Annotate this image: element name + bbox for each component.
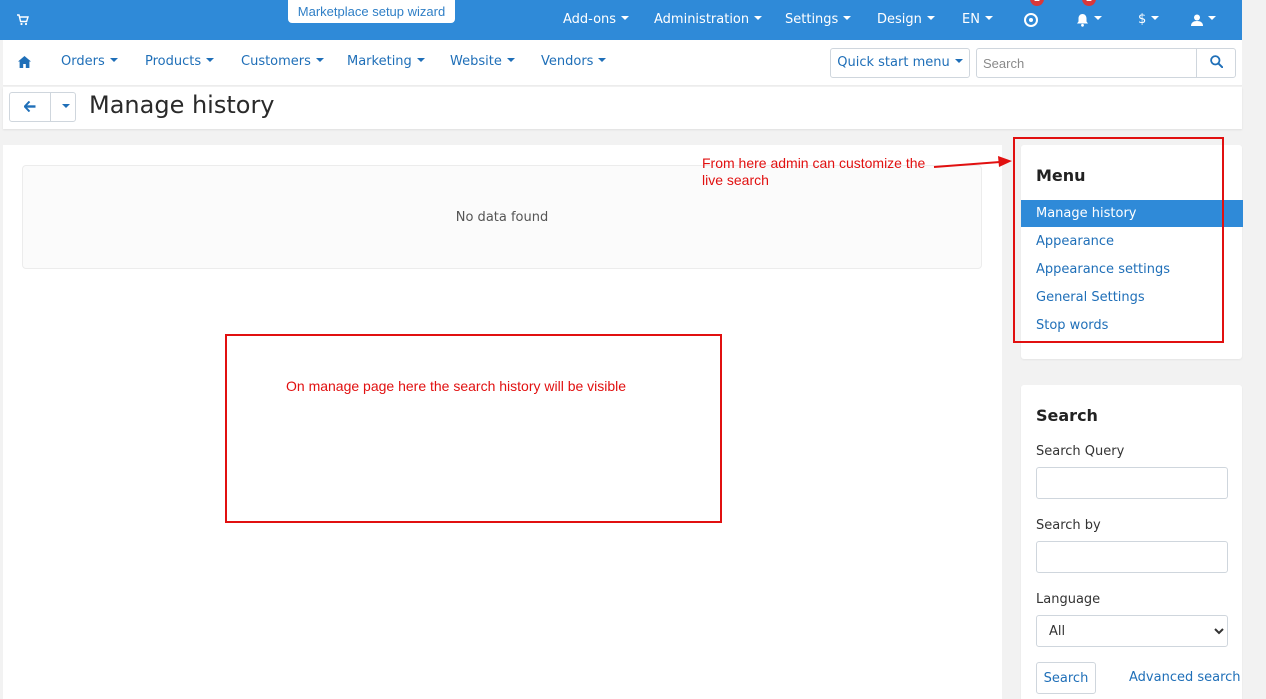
no-data-text: No data found bbox=[455, 210, 549, 225]
caret-down-icon bbox=[984, 15, 993, 20]
notification-badge: 2 bbox=[1082, 0, 1096, 6]
quick-start-menu-button[interactable]: Quick start menu bbox=[830, 48, 970, 78]
caret-down-icon bbox=[926, 15, 935, 20]
search-submit-button[interactable]: Search bbox=[1036, 662, 1096, 694]
advanced-search-link[interactable]: Advanced search bbox=[1129, 670, 1241, 685]
title-bar: Manage history bbox=[3, 87, 1242, 129]
user-icon bbox=[1191, 14, 1203, 26]
menu-currency[interactable]: $ bbox=[1138, 0, 1160, 40]
user-menu[interactable] bbox=[1191, 0, 1216, 40]
back-button[interactable] bbox=[9, 92, 51, 122]
caret-down-icon bbox=[843, 15, 852, 20]
nav-customers[interactable]: Customers bbox=[241, 40, 324, 86]
nav-marketing-label: Marketing bbox=[347, 54, 412, 69]
caret-down-icon bbox=[1151, 15, 1160, 20]
quick-start-label: Quick start menu bbox=[837, 55, 950, 70]
arrow-left-icon bbox=[23, 100, 36, 112]
back-dropdown-toggle[interactable] bbox=[50, 92, 76, 122]
help-badge: 2 bbox=[1030, 0, 1044, 6]
menu-add-ons[interactable]: Add-ons bbox=[563, 0, 630, 40]
nav-products[interactable]: Products bbox=[145, 40, 215, 86]
nav-customers-label: Customers bbox=[241, 54, 311, 69]
global-search bbox=[976, 48, 1236, 78]
annotation-menu-text: From here admin can customize the live s… bbox=[702, 155, 926, 188]
menu-design-label: Design bbox=[877, 12, 922, 27]
caret-down-icon bbox=[506, 57, 515, 62]
page-title: Manage history bbox=[89, 91, 275, 119]
nav-orders-label: Orders bbox=[61, 54, 105, 69]
global-search-input[interactable] bbox=[976, 48, 1197, 78]
menu-administration[interactable]: Administration bbox=[654, 0, 763, 40]
bell-icon[interactable]: 2 bbox=[1076, 0, 1102, 40]
annotation-arrow-icon bbox=[933, 156, 1012, 168]
menu-settings-label: Settings bbox=[785, 12, 839, 27]
sidebar-search-panel: Search Search Query Search by Language A… bbox=[1021, 385, 1242, 699]
search-query-label: Search Query bbox=[1036, 444, 1125, 459]
cart-icon[interactable] bbox=[17, 0, 29, 40]
caret-down-icon bbox=[754, 15, 763, 20]
main-nav: Orders Products Customers Marketing Webs… bbox=[3, 40, 1242, 86]
language-select[interactable]: All bbox=[1036, 615, 1228, 647]
language-label: Language bbox=[1036, 592, 1101, 607]
annotation-main-text: On manage page here the search history w… bbox=[286, 378, 627, 394]
currency-label: $ bbox=[1138, 12, 1147, 27]
caret-down-icon bbox=[598, 57, 607, 62]
menu-language-label: EN bbox=[962, 12, 980, 27]
search-query-input[interactable] bbox=[1036, 467, 1228, 499]
search-by-label: Search by bbox=[1036, 518, 1101, 533]
menu-add-ons-label: Add-ons bbox=[563, 12, 617, 27]
top-bar: Marketplace setup wizard Add-ons Adminis… bbox=[0, 0, 1242, 40]
caret-down-icon bbox=[315, 57, 324, 62]
caret-down-icon bbox=[206, 57, 215, 62]
caret-down-icon bbox=[1094, 15, 1102, 20]
caret-down-icon bbox=[954, 58, 963, 63]
main-content: No data found On manage page here the se… bbox=[3, 145, 1002, 699]
nav-vendors[interactable]: Vendors bbox=[541, 40, 607, 86]
global-search-button[interactable] bbox=[1196, 48, 1236, 78]
caret-down-icon bbox=[416, 57, 425, 62]
caret-down-icon bbox=[61, 103, 70, 108]
search-by-input[interactable] bbox=[1036, 541, 1228, 573]
nav-marketing[interactable]: Marketing bbox=[347, 40, 425, 86]
nav-orders[interactable]: Orders bbox=[61, 40, 118, 86]
caret-down-icon bbox=[1208, 15, 1216, 20]
nav-website[interactable]: Website bbox=[450, 40, 515, 86]
marketplace-setup-wizard-button[interactable]: Marketplace setup wizard bbox=[288, 0, 455, 23]
nav-products-label: Products bbox=[145, 54, 202, 69]
menu-administration-label: Administration bbox=[654, 12, 750, 27]
caret-down-icon bbox=[109, 57, 118, 62]
search-panel-title: Search bbox=[1036, 406, 1098, 425]
help-icon[interactable]: 2 bbox=[1024, 0, 1044, 40]
nav-website-label: Website bbox=[450, 54, 502, 69]
menu-design[interactable]: Design bbox=[877, 0, 935, 40]
caret-down-icon bbox=[621, 15, 630, 20]
menu-language[interactable]: EN bbox=[962, 0, 993, 40]
home-icon[interactable] bbox=[18, 40, 31, 86]
annotation-box-main: On manage page here the search history w… bbox=[225, 334, 722, 523]
menu-settings[interactable]: Settings bbox=[785, 0, 852, 40]
nav-vendors-label: Vendors bbox=[541, 54, 594, 69]
annotation-box-menu bbox=[1013, 137, 1224, 343]
search-icon bbox=[1209, 55, 1223, 69]
